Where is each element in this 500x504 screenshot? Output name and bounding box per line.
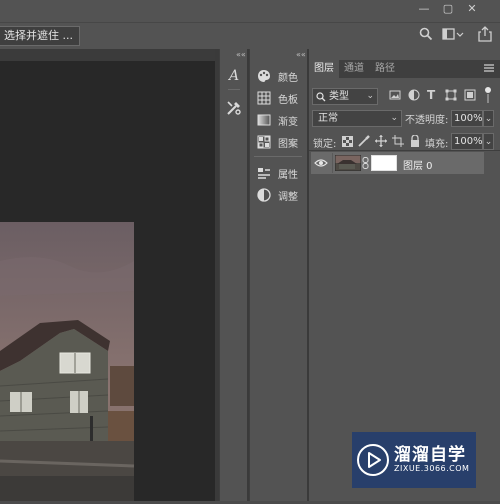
panel-item-label: 色板	[278, 95, 298, 106]
title-bar: — ▢ ✕	[0, 0, 500, 22]
panel-item-pattern[interactable]: 图案	[253, 132, 305, 152]
minimize-button[interactable]: —	[413, 0, 435, 18]
tools-icon[interactable]	[223, 97, 245, 119]
filter-toggle-switch[interactable]	[484, 86, 492, 104]
watermark-logo: 溜溜自学 ZIXUE.3066.COM	[352, 432, 476, 488]
document-tab-strip	[0, 49, 215, 61]
panel-item-label: 图案	[278, 139, 298, 150]
filter-kind-value: 类型	[329, 91, 349, 102]
lock-all-icon[interactable]	[410, 134, 420, 147]
chevron-down-icon: ⌄	[484, 114, 493, 124]
options-bar: 选择并遮住 ...	[0, 22, 500, 50]
maximize-button[interactable]: ▢	[437, 0, 459, 18]
canvas-image	[0, 222, 135, 501]
adjustments-icon	[257, 188, 271, 202]
panel-item-adjustments[interactable]: 调整	[253, 185, 305, 205]
pattern-icon	[257, 135, 271, 149]
layer-thumbnail[interactable]	[334, 154, 362, 172]
lock-image-icon[interactable]	[358, 135, 370, 147]
panel-menu-icon[interactable]	[484, 63, 494, 73]
filter-adjustment-icon[interactable]	[408, 89, 420, 101]
opacity-value: 100%	[454, 113, 483, 124]
opacity-field[interactable]: 100%	[451, 110, 483, 127]
fill-dropdown[interactable]: ⌄	[483, 133, 494, 150]
search-icon	[316, 92, 326, 102]
canvas-area[interactable]	[0, 61, 215, 501]
panel-item-gradient[interactable]: 渐变	[253, 110, 305, 130]
lock-artboard-icon[interactable]	[392, 135, 404, 147]
tab-paths[interactable]: 路径	[375, 60, 401, 78]
minimize-icon: —	[418, 2, 430, 15]
blend-mode-select[interactable]: 正常 ⌄	[312, 110, 402, 127]
layer-name[interactable]: 图层 0	[403, 157, 433, 172]
panel-item-color[interactable]: 颜色	[253, 66, 305, 86]
blend-mode-value: 正常	[318, 113, 338, 124]
close-icon: ✕	[467, 2, 477, 15]
color-palette-icon	[258, 70, 270, 82]
lock-label: 锁定:	[313, 139, 337, 150]
fill-value: 100%	[454, 136, 483, 147]
layer-mask-thumbnail[interactable]	[371, 155, 397, 171]
share-icon[interactable]	[478, 26, 492, 42]
panel-item-swatches[interactable]: 色板	[253, 88, 305, 108]
maximize-icon: ▢	[442, 2, 454, 15]
play-logo-icon	[357, 444, 389, 476]
close-button[interactable]: ✕	[461, 0, 483, 18]
swatches-icon	[257, 91, 271, 105]
panel-item-label: 渐变	[278, 117, 298, 128]
watermark-url: ZIXUE.3066.COM	[394, 464, 470, 473]
tab-layers[interactable]: 图层	[309, 60, 339, 78]
fill-field[interactable]: 100%	[451, 133, 483, 150]
collapse-icon[interactable]: ««	[296, 50, 306, 59]
filter-smart-object-icon[interactable]	[464, 89, 476, 101]
separator	[254, 156, 302, 157]
workspace-switcher[interactable]	[442, 27, 464, 41]
visibility-eye-icon[interactable]	[314, 157, 328, 169]
panel-item-label: 调整	[278, 192, 298, 203]
collapse-icon[interactable]: ««	[236, 50, 246, 59]
separator	[228, 89, 240, 90]
properties-icon	[258, 168, 270, 179]
separator	[332, 153, 333, 173]
select-and-mask-button[interactable]: 选择并遮住 ...	[0, 26, 80, 46]
character-icon[interactable]: A	[223, 65, 245, 87]
tool-panel-strip: A	[219, 49, 248, 501]
panel-item-label: 属性	[278, 170, 298, 181]
filter-shape-icon[interactable]	[445, 89, 457, 101]
panel-item-label: 颜色	[278, 73, 298, 84]
watermark-brand: 溜溜自学	[394, 445, 466, 465]
opacity-label: 不透明度:	[405, 115, 449, 126]
tab-channels[interactable]: 通道	[344, 60, 370, 78]
mask-link-icon[interactable]	[362, 157, 369, 169]
lock-position-icon[interactable]	[375, 135, 387, 147]
chevron-down-icon: ⌄	[366, 91, 374, 101]
opacity-dropdown[interactable]: ⌄	[483, 110, 494, 127]
filter-type-icon[interactable]: T	[427, 88, 439, 102]
chevron-down-icon: ⌄	[484, 137, 493, 147]
separator	[309, 150, 500, 151]
panel-item-properties[interactable]: 属性	[253, 163, 305, 183]
fill-label: 填充:	[425, 139, 449, 150]
filter-pixel-icon[interactable]	[389, 89, 401, 101]
search-icon[interactable]	[419, 27, 433, 41]
gradient-icon	[257, 114, 271, 126]
chevron-down-icon: ⌄	[390, 113, 398, 123]
lock-transparent-icon[interactable]	[342, 136, 353, 147]
layer-filter-select[interactable]: 类型 ⌄	[312, 88, 378, 105]
